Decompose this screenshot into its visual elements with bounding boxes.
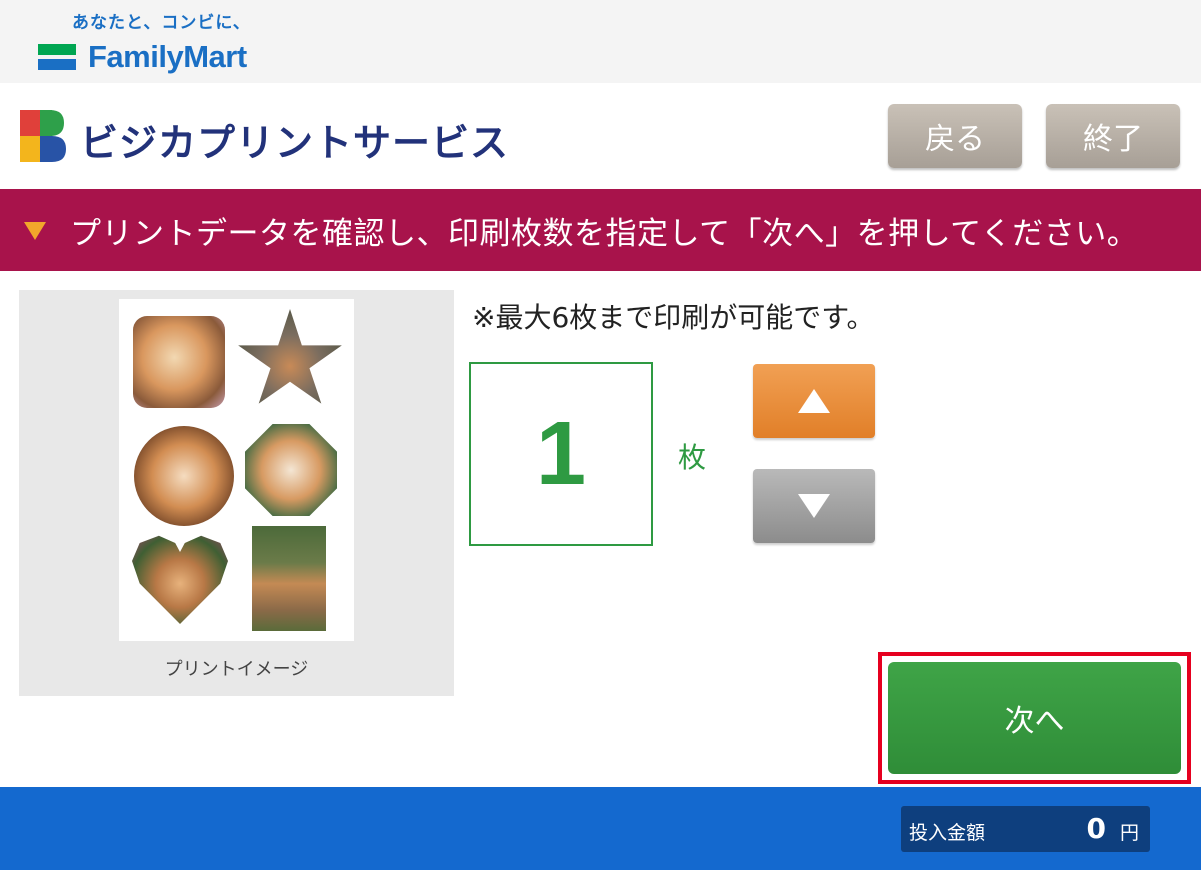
instruction-text: プリントデータを確認し、印刷枚数を指定して「次へ」を押してください。 [70,216,1139,252]
familymart-wordmark: FamilyMart [88,39,247,74]
photo-rectangle [252,526,326,631]
photo-rounded-square [133,316,225,408]
end-button[interactable]: 終了 [1046,104,1180,168]
decrement-button[interactable] [753,469,875,543]
inserted-amount-label: 投入金額 [909,822,986,844]
bizica-logo-icon [20,110,66,162]
triangle-down-icon [24,222,46,240]
familymart-logo: FamilyMart [38,39,247,74]
copy-count-value: 1 [535,403,587,504]
photo-circle [134,426,234,526]
currency-unit: 円 [1120,822,1140,844]
triangle-down-icon [798,494,830,518]
increment-button[interactable] [753,364,875,438]
copy-unit-label: 枚 [678,441,707,474]
next-button[interactable]: 次へ [888,662,1181,774]
inserted-amount-value: 0 [1086,812,1106,845]
copy-count-display: 1 [469,362,653,546]
preview-caption: プリントイメージ [164,659,309,680]
familymart-stripes-icon [38,44,76,70]
back-button[interactable]: 戻る [888,104,1022,168]
triangle-up-icon [798,389,830,413]
familymart-tagline: あなたと、コンビに、 [72,13,251,33]
service-title: ビジカプリントサービス [80,121,510,165]
max-copies-note: ※最大6枚まで印刷が可能です。 [472,301,875,334]
